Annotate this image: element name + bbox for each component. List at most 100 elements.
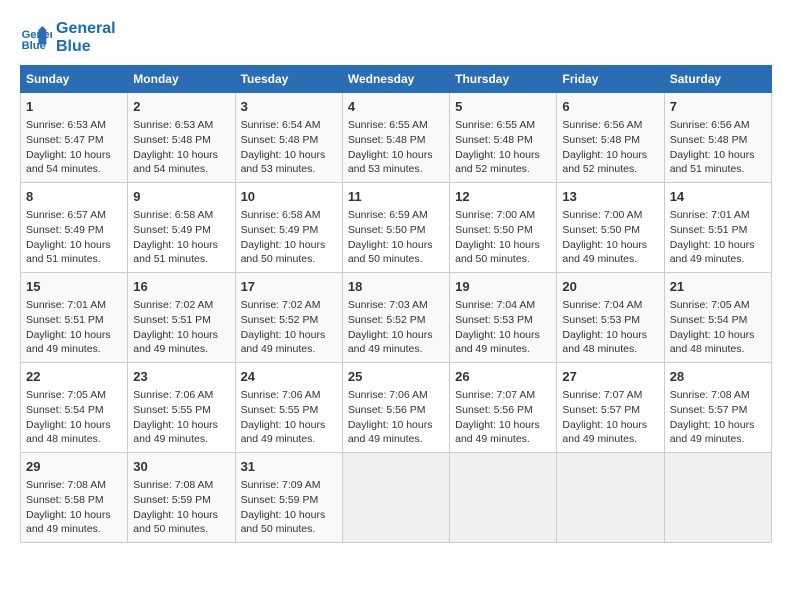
header-cell-tuesday: Tuesday (235, 66, 342, 93)
day-content: Sunrise: 7:07 AMSunset: 5:56 PMDaylight:… (455, 388, 551, 447)
day-content: Sunrise: 7:01 AMSunset: 5:51 PMDaylight:… (26, 298, 122, 357)
calendar-cell: 5Sunrise: 6:55 AMSunset: 5:48 PMDaylight… (450, 93, 557, 183)
day-content: Sunrise: 6:55 AMSunset: 5:48 PMDaylight:… (348, 118, 444, 177)
day-content: Sunrise: 7:08 AMSunset: 5:58 PMDaylight:… (26, 478, 122, 537)
calendar-cell: 19 Sunrise: 7:04 AMSunset: 5:53 PMDayligh… (450, 273, 557, 363)
calendar-cell: 31Sunrise: 7:09 AMSunset: 5:59 PMDayligh… (235, 452, 342, 542)
day-number: 17 (241, 278, 337, 296)
day-content: Sunrise: 7:05 AMSunset: 5:54 PMDaylight:… (26, 388, 122, 447)
day-content: Sunrise: 7:04 AMSunset: 5:53 PMDaylight:… (455, 298, 551, 357)
day-content: Sunrise: 7:06 AMSunset: 5:55 PMDaylight:… (133, 388, 229, 447)
header-cell-monday: Monday (128, 66, 235, 93)
day-content: Sunrise: 7:08 AMSunset: 5:57 PMDaylight:… (670, 388, 766, 447)
calendar-cell: 7Sunrise: 6:56 AMSunset: 5:48 PMDaylight… (664, 93, 771, 183)
day-number: 3 (241, 98, 337, 116)
calendar-header-row: SundayMondayTuesdayWednesdayThursdayFrid… (21, 66, 772, 93)
calendar-cell: 25Sunrise: 7:06 AMSunset: 5:56 PMDayligh… (342, 363, 449, 453)
day-number: 8 (26, 188, 122, 206)
day-number: 13 (562, 188, 658, 206)
day-content: Sunrise: 6:58 AMSunset: 5:49 PMDaylight:… (133, 208, 229, 267)
calendar-body: 1 Sunrise: 6:53 AMSunset: 5:47 PMDaylight… (21, 93, 772, 543)
calendar-week-1: 8 Sunrise: 6:57 AMSunset: 5:49 PMDaylight… (21, 183, 772, 273)
calendar-cell: 3Sunrise: 6:54 AMSunset: 5:48 PMDaylight… (235, 93, 342, 183)
day-content: Sunrise: 7:04 AMSunset: 5:53 PMDaylight:… (562, 298, 658, 357)
logo-icon: General Blue (20, 22, 52, 54)
day-content: Sunrise: 7:03 AMSunset: 5:52 PMDaylight:… (348, 298, 444, 357)
calendar-cell: 30 Sunrise: 7:08 AMSunset: 5:59 PMDayligh… (128, 452, 235, 542)
logo-line2: Blue (56, 38, 116, 56)
header: General Blue General Blue (20, 20, 772, 55)
day-content: Sunrise: 6:55 AMSunset: 5:48 PMDaylight:… (455, 118, 551, 177)
header-cell-friday: Friday (557, 66, 664, 93)
day-number: 22 (26, 368, 122, 386)
day-content: Sunrise: 7:02 AMSunset: 5:51 PMDaylight:… (133, 298, 229, 357)
day-content: Sunrise: 6:53 AMSunset: 5:48 PMDaylight:… (133, 118, 229, 177)
calendar-cell: 26 Sunrise: 7:07 AMSunset: 5:56 PMDayligh… (450, 363, 557, 453)
day-number: 9 (133, 188, 229, 206)
calendar-cell (342, 452, 449, 542)
day-content: Sunrise: 7:08 AMSunset: 5:59 PMDaylight:… (133, 478, 229, 537)
calendar-cell: 6Sunrise: 6:56 AMSunset: 5:48 PMDaylight… (557, 93, 664, 183)
calendar-cell: 8 Sunrise: 6:57 AMSunset: 5:49 PMDaylight… (21, 183, 128, 273)
calendar-cell: 2 Sunrise: 6:53 AMSunset: 5:48 PMDaylight… (128, 93, 235, 183)
day-number: 24 (241, 368, 337, 386)
day-number: 2 (133, 98, 229, 116)
calendar-week-4: 29 Sunrise: 7:08 AMSunset: 5:58 PMDayligh… (21, 452, 772, 542)
calendar-cell: 12 Sunrise: 7:00 AMSunset: 5:50 PMDayligh… (450, 183, 557, 273)
day-number: 31 (241, 458, 337, 476)
day-content: Sunrise: 6:53 AMSunset: 5:47 PMDaylight:… (26, 118, 122, 177)
calendar-cell: 15 Sunrise: 7:01 AMSunset: 5:51 PMDayligh… (21, 273, 128, 363)
calendar-cell: 29 Sunrise: 7:08 AMSunset: 5:58 PMDayligh… (21, 452, 128, 542)
calendar-cell: 23Sunrise: 7:06 AMSunset: 5:55 PMDayligh… (128, 363, 235, 453)
calendar-cell: 22 Sunrise: 7:05 AMSunset: 5:54 PMDayligh… (21, 363, 128, 453)
calendar-cell: 11Sunrise: 6:59 AMSunset: 5:50 PMDayligh… (342, 183, 449, 273)
logo-line1: General (56, 20, 116, 38)
header-cell-sunday: Sunday (21, 66, 128, 93)
day-number: 21 (670, 278, 766, 296)
calendar-cell: 20 Sunrise: 7:04 AMSunset: 5:53 PMDayligh… (557, 273, 664, 363)
day-number: 26 (455, 368, 551, 386)
day-content: Sunrise: 7:02 AMSunset: 5:52 PMDaylight:… (241, 298, 337, 357)
day-number: 18 (348, 278, 444, 296)
header-cell-wednesday: Wednesday (342, 66, 449, 93)
day-number: 4 (348, 98, 444, 116)
calendar-cell (450, 452, 557, 542)
day-content: Sunrise: 7:06 AMSunset: 5:55 PMDaylight:… (241, 388, 337, 447)
day-content: Sunrise: 6:56 AMSunset: 5:48 PMDaylight:… (670, 118, 766, 177)
calendar-week-2: 15 Sunrise: 7:01 AMSunset: 5:51 PMDayligh… (21, 273, 772, 363)
day-number: 30 (133, 458, 229, 476)
calendar-cell: 9 Sunrise: 6:58 AMSunset: 5:49 PMDaylight… (128, 183, 235, 273)
day-content: Sunrise: 6:58 AMSunset: 5:49 PMDaylight:… (241, 208, 337, 267)
calendar-table: SundayMondayTuesdayWednesdayThursdayFrid… (20, 65, 772, 543)
calendar-week-0: 1 Sunrise: 6:53 AMSunset: 5:47 PMDaylight… (21, 93, 772, 183)
calendar-cell: 21Sunrise: 7:05 AMSunset: 5:54 PMDayligh… (664, 273, 771, 363)
day-number: 15 (26, 278, 122, 296)
day-content: Sunrise: 7:06 AMSunset: 5:56 PMDaylight:… (348, 388, 444, 447)
calendar-cell: 18 Sunrise: 7:03 AMSunset: 5:52 PMDayligh… (342, 273, 449, 363)
day-number: 12 (455, 188, 551, 206)
calendar-cell: 24 Sunrise: 7:06 AMSunset: 5:55 PMDayligh… (235, 363, 342, 453)
day-number: 11 (348, 188, 444, 206)
day-content: Sunrise: 7:01 AMSunset: 5:51 PMDaylight:… (670, 208, 766, 267)
day-number: 29 (26, 458, 122, 476)
header-cell-thursday: Thursday (450, 66, 557, 93)
logo: General Blue General Blue (20, 20, 116, 55)
calendar-cell: 16 Sunrise: 7:02 AMSunset: 5:51 PMDayligh… (128, 273, 235, 363)
day-number: 1 (26, 98, 122, 116)
calendar-cell: 10 Sunrise: 6:58 AMSunset: 5:49 PMDayligh… (235, 183, 342, 273)
day-number: 20 (562, 278, 658, 296)
day-number: 10 (241, 188, 337, 206)
day-content: Sunrise: 6:56 AMSunset: 5:48 PMDaylight:… (562, 118, 658, 177)
day-content: Sunrise: 6:57 AMSunset: 5:49 PMDaylight:… (26, 208, 122, 267)
day-number: 16 (133, 278, 229, 296)
day-content: Sunrise: 7:00 AMSunset: 5:50 PMDaylight:… (455, 208, 551, 267)
calendar-cell: 1 Sunrise: 6:53 AMSunset: 5:47 PMDaylight… (21, 93, 128, 183)
day-content: Sunrise: 7:00 AMSunset: 5:50 PMDaylight:… (562, 208, 658, 267)
day-number: 27 (562, 368, 658, 386)
day-number: 19 (455, 278, 551, 296)
calendar-cell (664, 452, 771, 542)
calendar-cell: 27Sunrise: 7:07 AMSunset: 5:57 PMDayligh… (557, 363, 664, 453)
header-cell-saturday: Saturday (664, 66, 771, 93)
day-number: 14 (670, 188, 766, 206)
day-number: 28 (670, 368, 766, 386)
